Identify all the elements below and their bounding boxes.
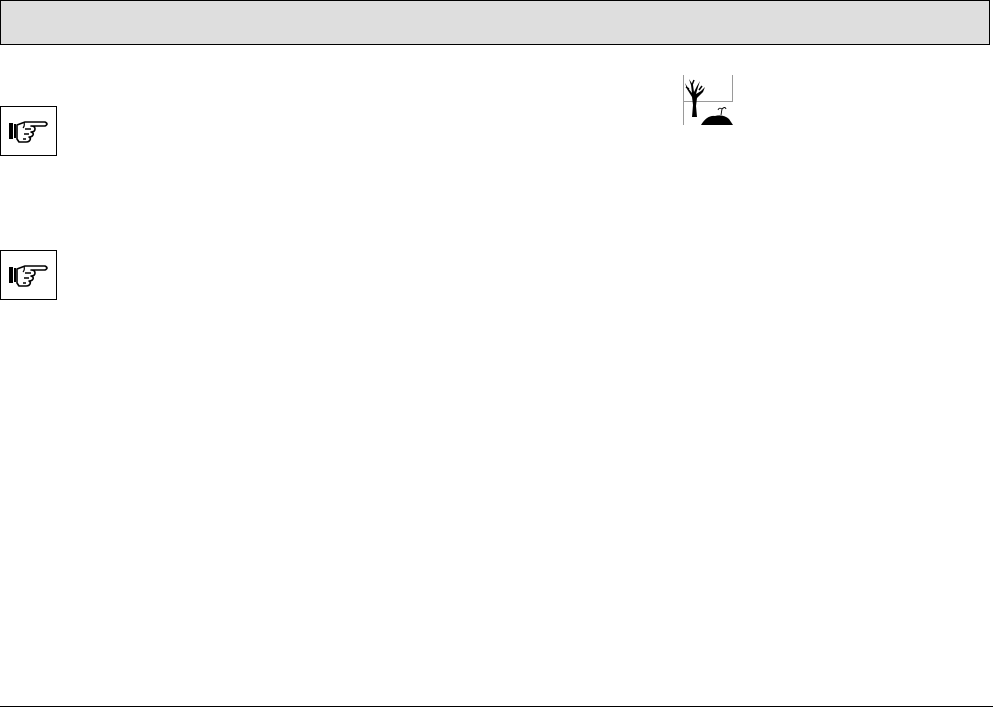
- footer-rule: [0, 706, 993, 707]
- pointing-hand-icon: [7, 116, 51, 146]
- dead-tree-icon: [683, 75, 735, 127]
- dead-tree-figure: [683, 75, 735, 127]
- header-bar: [0, 0, 990, 45]
- note-marker-1: [0, 106, 57, 156]
- pointing-hand-icon: [7, 260, 51, 290]
- note-marker-2: [0, 250, 57, 300]
